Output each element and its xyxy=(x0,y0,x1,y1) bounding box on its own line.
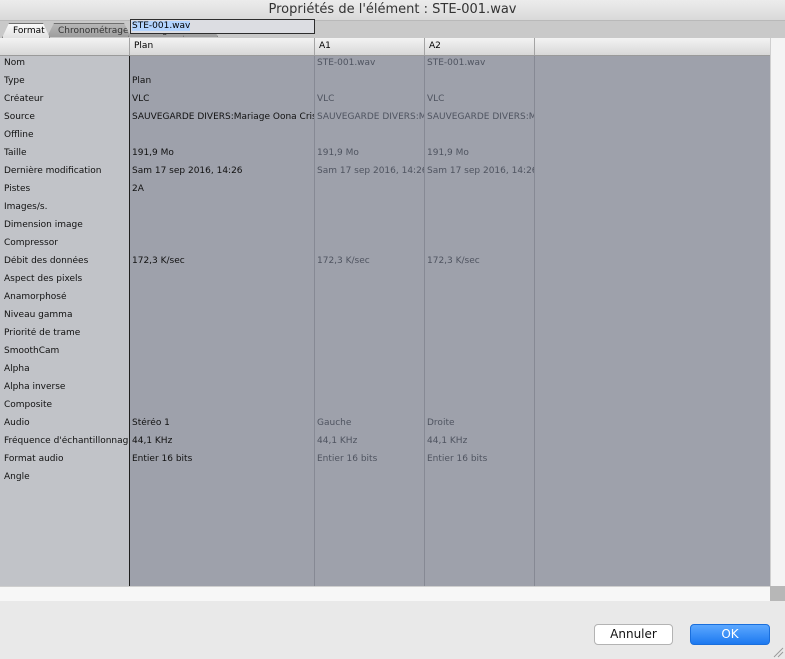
row-label: Pistes xyxy=(4,184,31,194)
row-label: Aspect des pixels xyxy=(4,274,83,284)
cell-plan[interactable]: 172,3 K/sec xyxy=(132,256,314,266)
row-label: Angle xyxy=(4,472,30,482)
row-label: Type xyxy=(4,76,25,86)
column-header-a2[interactable]: A2 xyxy=(425,38,535,55)
row-label: Priorité de trame xyxy=(4,328,81,338)
cell-a1[interactable]: 44,1 KHz xyxy=(317,436,424,446)
vertical-scrollbar[interactable] xyxy=(770,38,785,586)
column-header-plan[interactable]: Plan xyxy=(130,38,315,55)
row-label: Alpha inverse xyxy=(4,382,66,392)
cell-plan[interactable]: SAUVEGARDE DIVERS:Mariage Oona Cristi xyxy=(132,112,314,122)
cell-a1[interactable]: Sam 17 sep 2016, 14:26 xyxy=(317,166,424,176)
cell-a2[interactable]: SAUVEGARDE DIVERS:Ma xyxy=(427,112,534,122)
row-label: Images/s. xyxy=(4,202,48,212)
column-header-empty xyxy=(535,38,770,55)
cell-a2[interactable]: Entier 16 bits xyxy=(427,454,534,464)
tab-chronometrage[interactable]: Chronométrage xyxy=(47,23,131,37)
name-edit-selection: STE-001.wav xyxy=(132,21,191,31)
cell-plan[interactable]: 191,9 Mo xyxy=(132,148,314,158)
cell-a2[interactable]: Droite xyxy=(427,418,534,428)
row-label: Anamorphosé xyxy=(4,292,67,302)
row-label: Offline xyxy=(4,130,34,140)
cancel-button[interactable]: Annuler xyxy=(594,624,673,645)
column-empty xyxy=(535,56,770,586)
row-label: Nom xyxy=(4,58,26,68)
cell-plan[interactable]: 44,1 KHz xyxy=(132,436,314,446)
ok-button[interactable]: OK xyxy=(690,624,770,645)
window-title: Propriétés de l'élément : STE-001.wav xyxy=(0,0,785,21)
cell-a2[interactable]: 44,1 KHz xyxy=(427,436,534,446)
cell-plan[interactable]: 2A xyxy=(132,184,314,194)
column-a2 xyxy=(425,56,535,586)
cell-plan[interactable]: Stéréo 1 xyxy=(132,418,314,428)
row-label: Taille xyxy=(4,148,27,158)
cell-plan[interactable]: VLC xyxy=(132,94,314,104)
column-header-a1[interactable]: A1 xyxy=(315,38,425,55)
properties-grid: Plan A1 A2 Nom Type Plan Créateur VLC VLC VLC S… xyxy=(0,38,770,586)
row-label: Format audio xyxy=(4,454,64,464)
cell-a1[interactable]: VLC xyxy=(317,94,424,104)
cell-a2[interactable]: Sam 17 sep 2016, 14:26 xyxy=(427,166,534,176)
tab-strip: Format Chronométrage Listage Film xyxy=(0,21,785,39)
scroll-corner xyxy=(770,586,785,601)
resize-grip-icon[interactable] xyxy=(772,646,784,658)
row-label: Débit des données xyxy=(4,256,89,266)
cell-a1[interactable]: 191,9 Mo xyxy=(317,148,424,158)
cell-a2[interactable]: STE-001.wav xyxy=(427,58,534,68)
cell-a1[interactable]: Gauche xyxy=(317,418,424,428)
cell-a1[interactable]: Entier 16 bits xyxy=(317,454,424,464)
name-edit-field[interactable]: STE-001.wav xyxy=(130,19,315,34)
row-label: Dimension image xyxy=(4,220,83,230)
column-header-row: Plan A1 A2 xyxy=(0,38,770,56)
row-label: Fréquence d'échantillonnage xyxy=(4,436,128,446)
row-label: Alpha xyxy=(4,364,30,374)
cell-a2[interactable]: 172,3 K/sec xyxy=(427,256,534,266)
cell-a1[interactable]: SAUVEGARDE DIVERS:Ma xyxy=(317,112,424,122)
column-header-blank xyxy=(0,38,130,55)
row-label: Composite xyxy=(4,400,53,410)
row-label: Niveau gamma xyxy=(4,310,73,320)
horizontal-scrollbar[interactable] xyxy=(0,586,770,601)
cell-a2[interactable]: 191,9 Mo xyxy=(427,148,534,158)
row-label: Créateur xyxy=(4,94,44,104)
row-label: Dernière modification xyxy=(4,166,102,176)
cell-a2[interactable]: VLC xyxy=(427,94,534,104)
row-label: Compressor xyxy=(4,238,58,248)
cell-plan[interactable]: Entier 16 bits xyxy=(132,454,314,464)
cell-plan[interactable]: Sam 17 sep 2016, 14:26 xyxy=(132,166,314,176)
row-label: Source xyxy=(4,112,35,122)
tab-format[interactable]: Format xyxy=(2,23,50,38)
row-label: SmoothCam xyxy=(4,346,60,356)
cell-a1[interactable]: STE-001.wav xyxy=(317,58,424,68)
column-a1 xyxy=(315,56,425,586)
row-label: Audio xyxy=(4,418,30,428)
column-plan xyxy=(130,56,315,586)
cell-plan[interactable]: Plan xyxy=(132,76,314,86)
cell-a1[interactable]: 172,3 K/sec xyxy=(317,256,424,266)
